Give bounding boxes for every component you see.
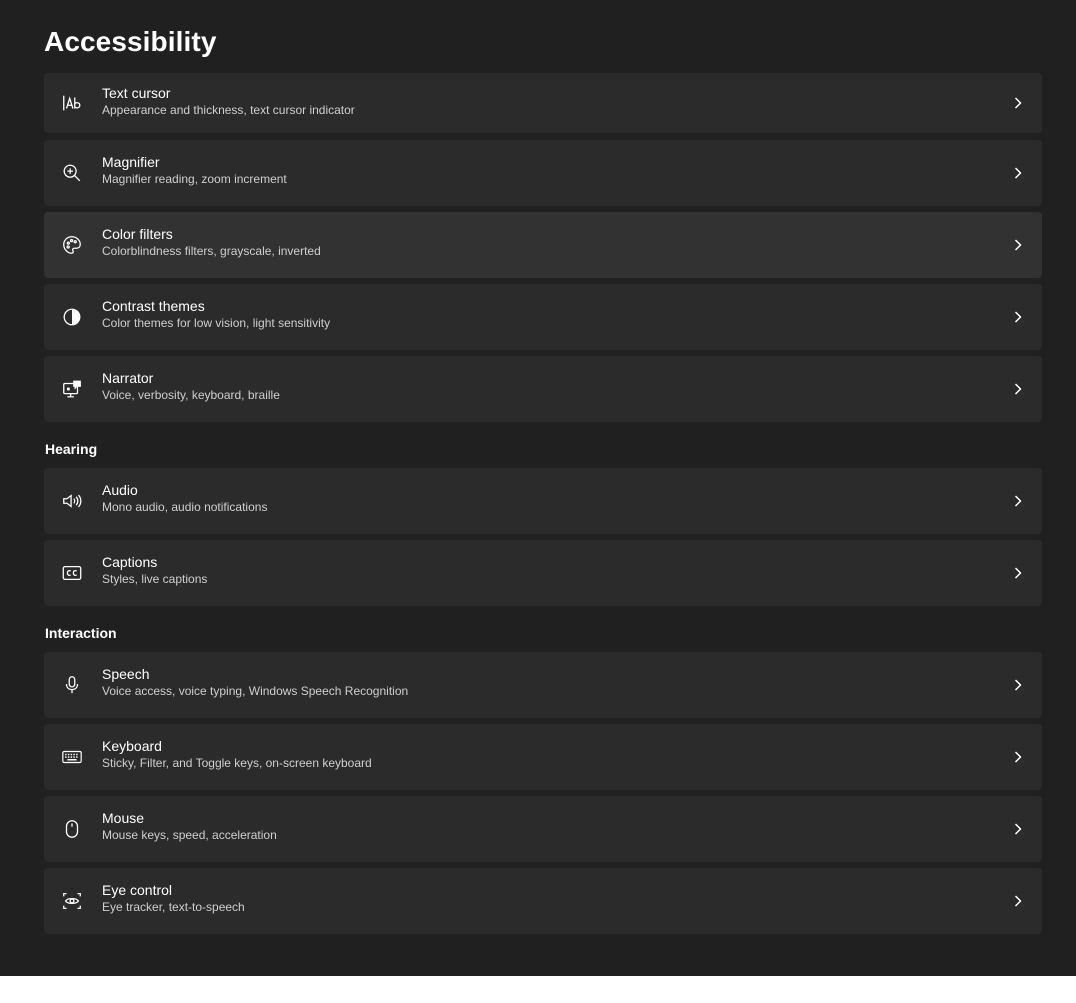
setting-title: Captions [102,554,158,570]
chevron-right-icon [1012,821,1024,837]
setting-description: Colorblindness filters, grayscale, inver… [102,244,321,258]
magnifier-icon [60,161,84,185]
chevron-right-icon [1012,565,1024,581]
setting-description: Voice, verbosity, keyboard, braille [102,388,280,402]
settings-window: Accessibility Text cursor Appearance and… [0,0,1076,976]
setting-eye-control[interactable]: Eye control Eye tracker, text-to-speech [44,868,1042,934]
microphone-icon [60,673,84,697]
page-title: Accessibility [44,26,217,57]
captions-icon [60,561,84,585]
palette-icon [60,233,84,257]
setting-description: Styles, live captions [102,572,208,586]
setting-captions[interactable]: Captions Styles, live captions [44,540,1042,606]
chevron-right-icon [1012,493,1024,509]
setting-title: Eye control [102,882,173,898]
setting-description: Eye tracker, text-to-speech [102,900,245,914]
setting-title: Text cursor [102,85,171,101]
chevron-right-icon [1012,165,1024,181]
setting-speech[interactable]: Speech Voice access, voice typing, Windo… [44,652,1042,718]
setting-description: Sticky, Filter, and Toggle keys, on-scre… [102,756,372,770]
setting-text-cursor[interactable]: Text cursor Appearance and thickness, te… [44,73,1042,133]
setting-color-filters[interactable]: Color filters Colorblindness filters, gr… [44,212,1042,278]
setting-narrator[interactable]: Narrator Voice, verbosity, keyboard, bra… [44,356,1042,422]
setting-title: Audio [102,482,138,498]
setting-title: Color filters [102,226,173,242]
setting-title: Narrator [102,370,154,386]
setting-description: Color themes for low vision, light sensi… [102,316,331,330]
setting-title: Keyboard [102,738,162,754]
chevron-right-icon [1012,893,1024,909]
speaker-icon [60,489,84,513]
section-header-interaction: Interaction [45,625,117,641]
setting-title: Magnifier [102,154,160,170]
setting-magnifier[interactable]: Magnifier Magnifier reading, zoom increm… [44,140,1042,206]
chevron-right-icon [1012,237,1024,253]
contrast-icon [60,305,84,329]
chevron-right-icon [1012,381,1024,397]
narrator-icon [60,377,84,401]
setting-keyboard[interactable]: Keyboard Sticky, Filter, and Toggle keys… [44,724,1042,790]
chevron-right-icon [1012,749,1024,765]
keyboard-icon [60,745,84,769]
setting-description: Mono audio, audio notifications [102,500,268,514]
setting-mouse[interactable]: Mouse Mouse keys, speed, acceleration [44,796,1042,862]
setting-description: Appearance and thickness, text cursor in… [102,103,355,117]
setting-title: Mouse [102,810,145,826]
text-cursor-icon [60,91,84,115]
setting-description: Magnifier reading, zoom increment [102,172,287,186]
chevron-right-icon [1012,95,1024,111]
setting-description: Voice access, voice typing, Windows Spee… [102,684,409,698]
setting-title: Contrast themes [102,298,205,314]
setting-contrast-themes[interactable]: Contrast themes Color themes for low vis… [44,284,1042,350]
section-header-hearing: Hearing [45,441,98,457]
setting-description: Mouse keys, speed, acceleration [102,828,277,842]
mouse-icon [60,817,84,841]
chevron-right-icon [1012,309,1024,325]
eye-control-icon [60,889,84,913]
setting-audio[interactable]: Audio Mono audio, audio notifications [44,468,1042,534]
setting-title: Speech [102,666,150,682]
chevron-right-icon [1012,677,1024,693]
